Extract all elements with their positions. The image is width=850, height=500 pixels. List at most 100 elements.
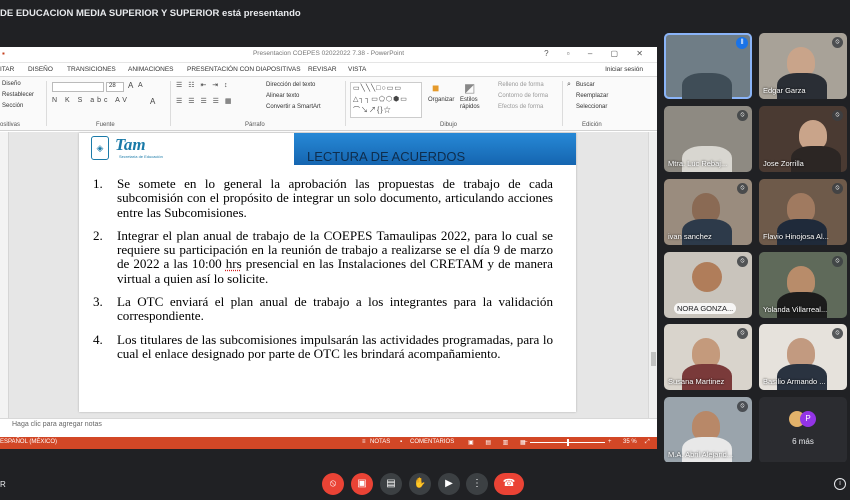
- slide-thumbnail-pane[interactable]: [0, 132, 9, 418]
- shared-powerpoint-window: ▪ Presentacion COEPES 02022022 7.38 - Po…: [0, 47, 657, 437]
- tab-design[interactable]: DISEÑO: [28, 66, 53, 73]
- tab-animations[interactable]: ANIMACIONES: [128, 66, 174, 73]
- smartart-button[interactable]: Convertir a SmartArt: [266, 104, 321, 110]
- participant-tile[interactable]: ⦸ ivan sanchez: [664, 179, 752, 245]
- shape-outline-button[interactable]: Contorno de forma: [498, 93, 548, 99]
- participant-name: M.A. Abril Alejand...: [668, 450, 734, 459]
- mic-off-icon: ⦸: [737, 183, 748, 194]
- notes-pane[interactable]: Haga clic para agregar notas: [0, 418, 657, 430]
- ribbon-divider: [46, 81, 47, 126]
- arrange-icon[interactable]: ■: [432, 81, 439, 95]
- list-icons[interactable]: ☰ ☷ ⇤ ⇥ ↕: [176, 81, 230, 89]
- font-color-icon[interactable]: A: [150, 97, 155, 106]
- participant-tile[interactable]: ⦸ Flavio Hinojosa Al...: [759, 179, 847, 245]
- layout-button[interactable]: Diseño: [2, 81, 21, 87]
- select-button[interactable]: Seleccionar: [576, 104, 607, 110]
- quick-styles-icon[interactable]: ◩: [464, 81, 475, 95]
- item-text-spellcheck: hrs: [225, 256, 242, 272]
- window-controls-icon[interactable]: ? ▫ – ▢ ✕: [544, 49, 651, 58]
- participant-tile[interactable]: ⦸ M.A. Abril Alejand...: [664, 397, 752, 463]
- zoom-in-icon[interactable]: +: [608, 439, 612, 445]
- scrollbar-thumb[interactable]: [651, 352, 656, 366]
- notes-toggle[interactable]: NOTAS: [370, 439, 390, 445]
- meet-window: DE EDUCACION MEDIA SUPERIOR Y SUPERIOR e…: [0, 0, 850, 500]
- view-buttons-icon[interactable]: ▣ ▤ ▥ ▦: [468, 439, 531, 446]
- ribbon-divider: [562, 81, 563, 126]
- align-icons[interactable]: ☰ ☰ ☰ ☰ ▦: [176, 97, 234, 105]
- item-number: 4.: [93, 331, 103, 347]
- text-direction-button[interactable]: Dirección del texto: [266, 82, 315, 88]
- shrink-font-icon[interactable]: A: [138, 82, 143, 89]
- comments-icon[interactable]: ▪: [400, 439, 402, 445]
- shape-fill-button[interactable]: Relleno de forma: [498, 82, 544, 88]
- participant-name: Basilio Armando ...: [763, 377, 826, 386]
- raise-hand-icon[interactable]: ✋: [409, 473, 431, 495]
- participant-name: Yolanda Villarreal...: [763, 305, 828, 314]
- participant-tile[interactable]: ⦸ Basilio Armando ...: [759, 324, 847, 390]
- grow-font-icon[interactable]: A: [128, 81, 133, 90]
- more-options-icon[interactable]: ⋮: [466, 473, 488, 495]
- tab-insert[interactable]: ITAR: [0, 66, 14, 73]
- find-icon[interactable]: ⌕: [567, 81, 571, 89]
- replace-button[interactable]: Reemplazar: [576, 93, 608, 99]
- find-button[interactable]: Buscar: [576, 82, 595, 88]
- seal-logo-icon: ◈: [91, 136, 109, 160]
- info-icon[interactable]: i: [834, 478, 846, 490]
- ppt-statusbar: ESPAÑOL (MÉXICO) ≡ NOTAS ▪ COMENTARIOS ▣…: [0, 437, 657, 449]
- tab-view[interactable]: VISTA: [348, 66, 366, 73]
- arrange-button[interactable]: Organizar: [428, 97, 454, 103]
- tab-transitions[interactable]: TRANSICIONES: [67, 66, 116, 73]
- mic-off-icon: ⦸: [737, 256, 748, 267]
- participant-tile[interactable]: ⦸ Mtra. Luc Rebaj...: [664, 106, 752, 172]
- participant-tile[interactable]: ⦸ NORA GONZA...: [664, 252, 752, 318]
- more-participants-avatars: P: [789, 411, 817, 427]
- participant-name: Mtra. Luc Rebaj...: [668, 159, 728, 168]
- participant-name: NORA GONZA...: [674, 303, 737, 314]
- notes-icon[interactable]: ≡: [362, 439, 366, 445]
- shape-effects-button[interactable]: Efectos de forma: [498, 104, 543, 110]
- list-item: 2. Integrar el plan anual de trabajo de …: [93, 228, 553, 286]
- logo-area: ◈ Tam Secretaría de Educación: [79, 133, 294, 165]
- sign-in-link[interactable]: Iniciar sesión: [605, 66, 643, 73]
- font-family-select[interactable]: [52, 82, 104, 92]
- camera-off-icon[interactable]: ▣: [351, 473, 373, 495]
- language-status[interactable]: ESPAÑOL (MÉXICO): [0, 439, 57, 445]
- present-icon[interactable]: ▶: [438, 473, 460, 495]
- reset-button[interactable]: Restablecer: [2, 92, 34, 98]
- more-participants-tile[interactable]: P 6 más: [759, 397, 847, 463]
- tab-review[interactable]: REVISAR: [308, 66, 337, 73]
- ribbon-tabs: ITAR DISEÑO TRANSICIONES ANIMACIONES PRE…: [0, 63, 657, 77]
- zoom-level[interactable]: 35 %: [623, 439, 637, 445]
- paragraph-group-label: Párrafo: [245, 122, 265, 128]
- comments-toggle[interactable]: COMENTARIOS: [410, 439, 454, 445]
- presenting-text: DE EDUCACION MEDIA SUPERIOR Y SUPERIOR e…: [0, 8, 301, 19]
- mic-off-icon[interactable]: ⦸: [322, 473, 344, 495]
- vertical-scrollbar[interactable]: [648, 132, 657, 418]
- shapes-gallery[interactable]: ▭╲╲╲□○▭▭ △┐┐▭⬠⬡⬢▭ ⌒↘↗{}☆: [350, 82, 422, 118]
- font-size-select[interactable]: 28: [106, 82, 124, 92]
- tab-slideshow[interactable]: PRESENTACIÓN CON DIAPOSITIVAS: [187, 66, 301, 73]
- hangup-icon[interactable]: ☎: [494, 473, 524, 495]
- participant-name: Flavio Hinojosa Al...: [763, 232, 829, 241]
- participant-tile[interactable]: ⦸ Yolanda Villarreal...: [759, 252, 847, 318]
- participant-tile[interactable]: ⦀: [664, 33, 752, 99]
- drawing-group-label: Dibujo: [440, 122, 458, 128]
- presenting-banner: DE EDUCACION MEDIA SUPERIOR Y SUPERIOR e…: [0, 0, 850, 26]
- section-button[interactable]: Sección: [2, 103, 23, 109]
- participant-tile[interactable]: ⦸ Jose Zorrilla: [759, 106, 847, 172]
- slide-canvas[interactable]: ◈ Tam Secretaría de Educación LECTURA DE…: [79, 133, 576, 412]
- ribbon: Diseño Restablecer Sección ositivas 28 A…: [0, 77, 657, 131]
- participant-tile[interactable]: ⦸ Susana Martinez: [664, 324, 752, 390]
- participant-tile[interactable]: ⦸ Edgar Garza: [759, 33, 847, 99]
- captions-icon[interactable]: ▤: [380, 473, 402, 495]
- avatar: P: [800, 411, 816, 427]
- zoom-out-icon[interactable]: –: [524, 439, 527, 445]
- item-number: 3.: [93, 294, 103, 310]
- meeting-details-label: R: [0, 480, 6, 489]
- font-format-icons[interactable]: N K S abc AV: [52, 97, 130, 104]
- align-text-button[interactable]: Alinear texto: [266, 93, 299, 99]
- fit-slide-icon[interactable]: ⤢: [645, 439, 650, 446]
- quick-styles-button[interactable]: Estilos rápidos: [460, 97, 484, 111]
- zoom-slider-knob[interactable]: [567, 439, 569, 446]
- mic-off-icon: ⦸: [832, 183, 843, 194]
